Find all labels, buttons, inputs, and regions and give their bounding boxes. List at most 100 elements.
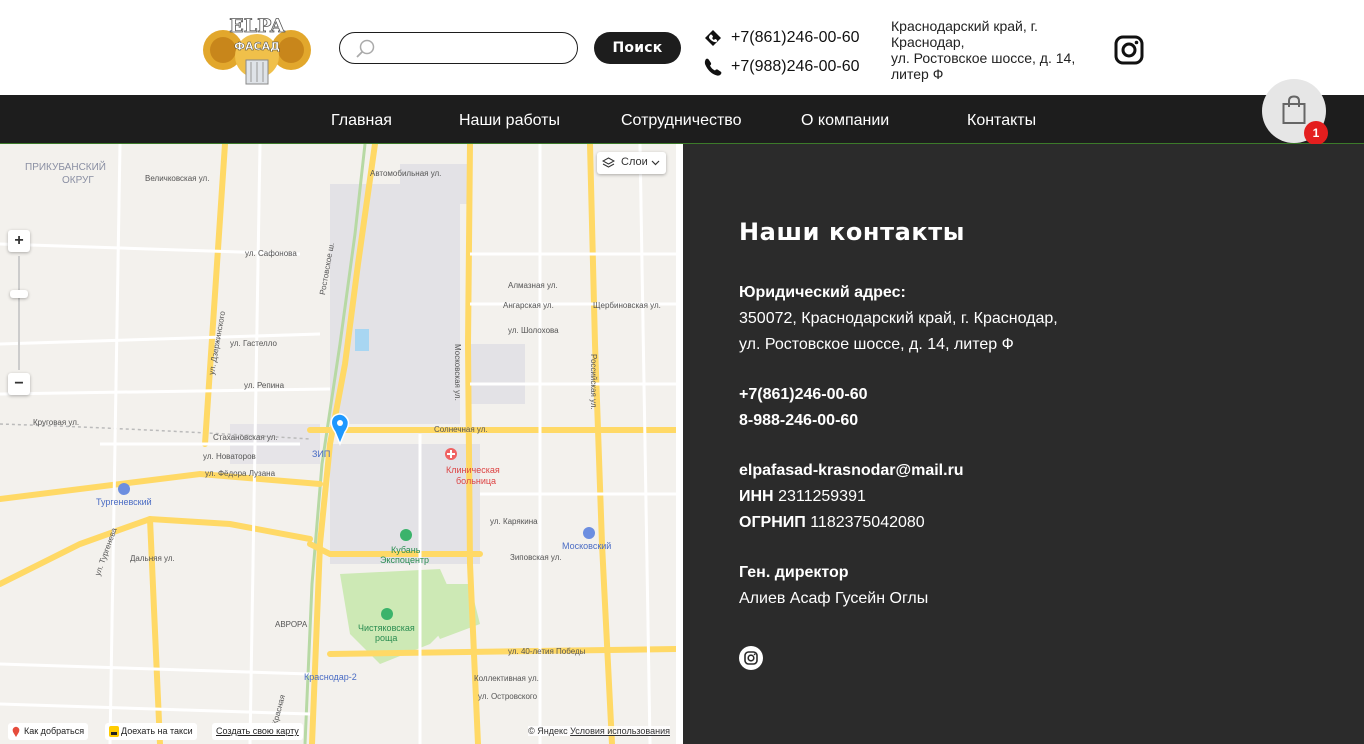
address-line-4: литер Ф [891, 66, 944, 82]
inn-value: 2311259391 [778, 488, 866, 505]
map-label-avrora: АВРОРА [275, 620, 308, 629]
search-button[interactable]: Поиск [594, 32, 681, 64]
map-label-moskovsky: Московский [562, 541, 612, 551]
search-icon [356, 39, 375, 58]
address-line-2: Краснодар, [891, 34, 965, 50]
zoom-in-button[interactable]: + [8, 230, 30, 252]
route-button[interactable]: Как добраться [8, 723, 89, 740]
map-label-pobedy: ул. 40-летия Победы [508, 647, 586, 656]
layers-icon [602, 157, 615, 168]
inn-row: ИНН 2311259391 [739, 488, 866, 506]
cart-count-badge: 1 [1304, 121, 1328, 145]
instagram-icon[interactable] [1113, 34, 1145, 66]
phone-2[interactable]: +7(988)246-00-60 [703, 55, 860, 79]
nav-item-home[interactable]: Главная [331, 112, 392, 130]
phone-1[interactable]: +7(861)246-00-60 [703, 26, 860, 50]
contacts-instagram-button[interactable] [739, 646, 763, 670]
address-line-1: Краснодарский край, г. [891, 18, 1038, 34]
map-label-district2: ОКРУГ [62, 175, 94, 186]
zoom-slider-handle[interactable] [10, 290, 28, 298]
map-footer: Как добраться Доехать на такси Создать с… [0, 718, 676, 744]
viber-phone-icon [705, 30, 721, 46]
map-label-zip: ЗИП [312, 449, 331, 459]
map-label-sholokhova: ул. Шолохова [508, 326, 559, 335]
svg-text:ELPA: ELPA [229, 15, 285, 37]
map-label-safonova: ул. Сафонова [245, 249, 297, 258]
map-label-sherbinovskaya: Щербиновская ул. [593, 301, 661, 310]
nav-item-about[interactable]: О компании [801, 112, 889, 130]
phone-2-number[interactable]: +7(988)246-00-60 [731, 58, 860, 76]
header-address: Краснодарский край, г. Краснодар, ул. Ро… [891, 18, 1091, 82]
map-label-luzana: ул. Фёдора Лузана [205, 469, 276, 478]
layers-label: Слои [621, 156, 648, 168]
map-label-gastello: ул. Гастелло [230, 339, 277, 348]
map-label-kollektivnaya: Коллективная ул. [474, 674, 539, 683]
contacts-panel: Наши контакты Юридический адрес: 350072,… [683, 144, 1364, 744]
map-label-karyakina: ул. Карякина [490, 517, 538, 526]
map-label-angarskaya: Ангарская ул. [503, 301, 554, 310]
ogrnip-value: 1182375042080 [810, 514, 925, 531]
main-navigation: Главная Наши работы Сотрудничество О ком… [0, 95, 1364, 144]
route-label: Как добраться [24, 726, 85, 736]
map-label-grove1: Чистяковская [358, 623, 415, 633]
yandex-copyright: © Яндекс [528, 726, 568, 736]
contacts-email[interactable]: elpafasad-krasnodar@mail.ru [739, 462, 964, 480]
cart-button[interactable]: 1 [1262, 79, 1328, 145]
taxi-icon [109, 726, 119, 737]
map-label-expo2: Экспоцентр [380, 555, 430, 565]
site-header: ELPA ФАСАД Поиск +7(861)246-00-60 +7(988… [0, 0, 1364, 95]
phone-handset-icon [704, 58, 722, 76]
instagram-icon [744, 651, 758, 665]
yandex-map[interactable]: ПРИКУБАНСКИЙ ОКРУГ Клиническая больница … [0, 144, 676, 744]
nav-item-contacts[interactable]: Контакты [967, 112, 1036, 130]
contacts-title: Наши контакты [739, 218, 966, 246]
create-map-link[interactable]: Создать свою карту [212, 723, 303, 740]
map-label-velichkovskaya: Величковская ул. [145, 174, 210, 183]
svg-text:ФАСАД: ФАСАД [234, 40, 280, 53]
terms-link[interactable]: Условия использования [570, 726, 670, 736]
map-label-turgenevsky: Тургеневский [96, 497, 152, 507]
zoom-out-button[interactable]: − [8, 373, 30, 395]
legal-address-line-2: ул. Ростовское шоссе, д. 14, литер Ф [739, 336, 1014, 353]
chevron-down-icon [651, 160, 660, 166]
map-label-krasnodar2: Краснодар-2 [304, 672, 357, 682]
map-label-moskovskaya: Московская ул. [453, 344, 462, 401]
map-label-expo1: Кубань [391, 545, 421, 555]
taxi-button[interactable]: Доехать на такси [105, 723, 197, 740]
contacts-phone-1[interactable]: +7(861)246-00-60 [739, 386, 868, 404]
shopping-bag-icon [1282, 95, 1306, 124]
nav-item-works[interactable]: Наши работы [459, 112, 560, 130]
map-label-grove2: роща [375, 633, 398, 643]
map-label-zipovskaya: Зиповская ул. [510, 553, 562, 562]
map-label-repina: ул. Репина [244, 381, 285, 390]
map-layers-button[interactable]: Слои [597, 152, 666, 174]
legal-address-line-1: 350072, Краснодарский край, г. Краснодар… [739, 310, 1058, 327]
map-label-avtomobilnaya: Автомобильная ул. [370, 169, 442, 178]
map-label-rossiyskaya: Российская ул. [589, 354, 598, 410]
director-label: Ген. директор [739, 564, 849, 581]
map-label-ostrovskogo: ул. Островского [478, 692, 538, 701]
elpa-facade-logo[interactable]: ELPA ФАСАД [201, 12, 313, 87]
map-label-solnechnaya: Солнечная ул. [434, 425, 488, 434]
address-line-3: ул. Ростовское шоссе, д. 14, [891, 50, 1076, 66]
map-copyright: © Яндекс Условия использования [528, 726, 670, 736]
legal-address-label: Юридический адрес: [739, 284, 906, 301]
search-input[interactable] [384, 37, 569, 59]
map-label-dalnyaya: Дальняя ул. [130, 554, 175, 563]
map-label-krugovaya: Круговая ул. [33, 418, 80, 427]
phone-1-number[interactable]: +7(861)246-00-60 [731, 29, 860, 47]
search-box[interactable] [339, 32, 578, 64]
inn-label: ИНН [739, 488, 774, 505]
map-label-hospital2: больница [456, 476, 497, 486]
map-pin-icon [12, 726, 20, 737]
map-label-district: ПРИКУБАНСКИЙ [25, 162, 106, 173]
taxi-label: Доехать на такси [121, 726, 193, 736]
contacts-phone-2[interactable]: 8-988-246-00-60 [739, 412, 858, 430]
map-label-stakhanovskaya: Стахановская ул. [213, 433, 278, 442]
map-label-almaznaya: Алмазная ул. [508, 281, 558, 290]
director-name: Алиев Асаф Гусейн Оглы [739, 590, 929, 607]
nav-item-cooperation[interactable]: Сотрудничество [621, 112, 742, 130]
map-label-novatorov: ул. Новаторов [203, 452, 256, 461]
zoom-slider-track[interactable] [18, 256, 20, 370]
map-label-hospital1: Клиническая [446, 465, 500, 475]
